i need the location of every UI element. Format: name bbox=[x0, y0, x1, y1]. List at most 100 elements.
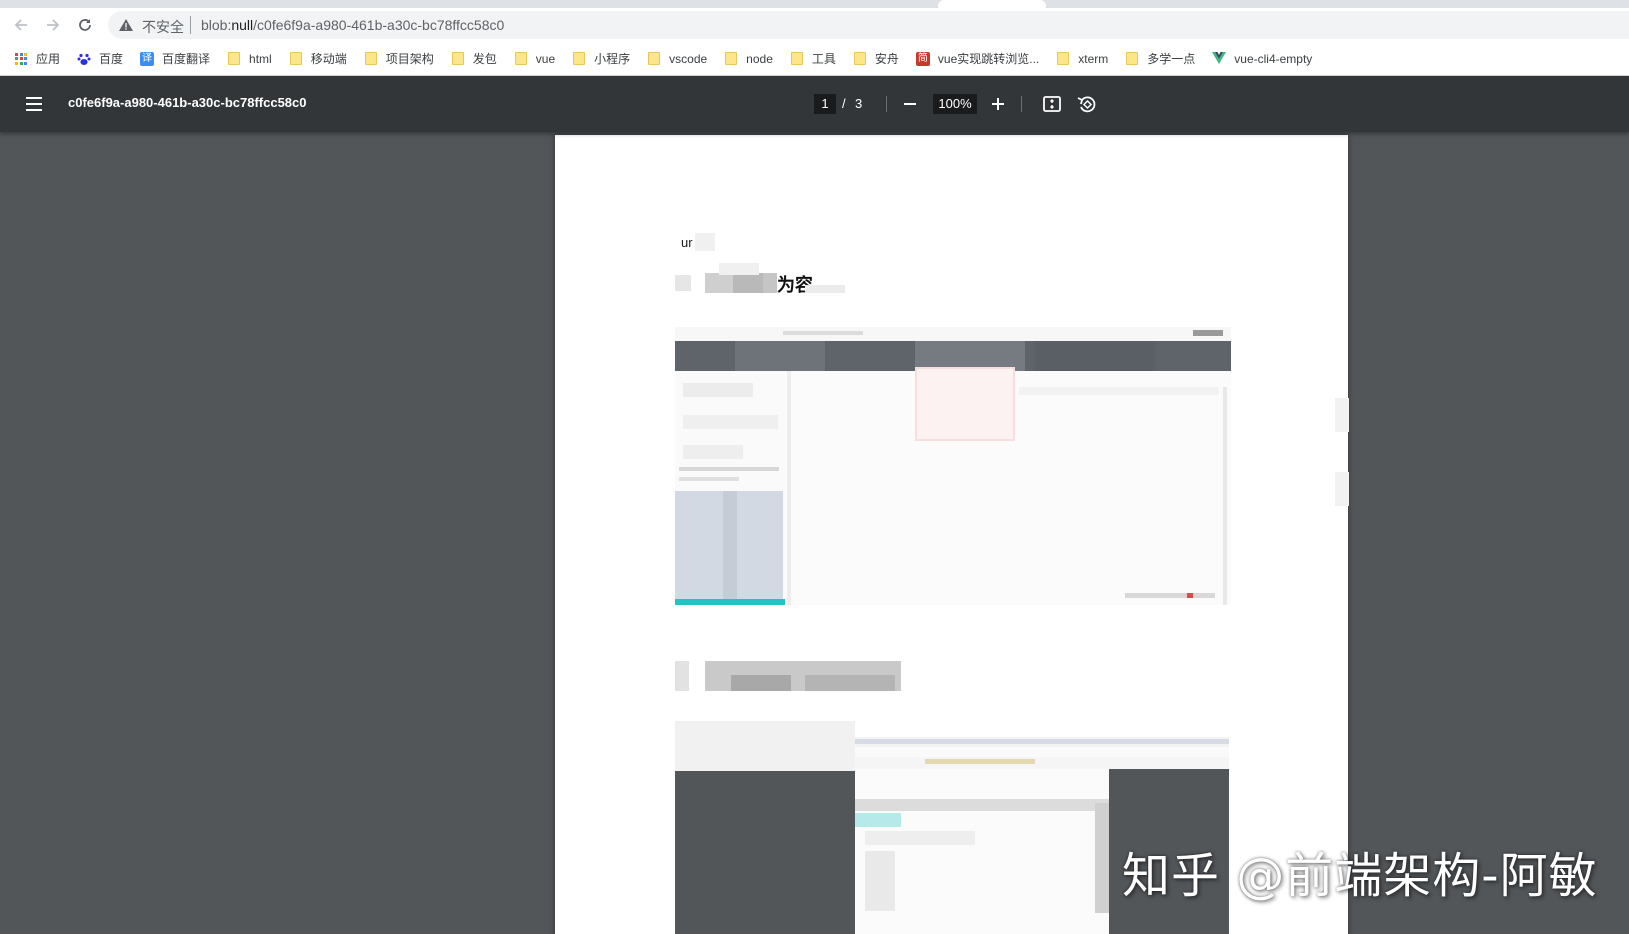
folder-icon bbox=[227, 52, 241, 66]
bookmark-folder-miniprogram[interactable]: 小程序 bbox=[572, 47, 630, 71]
back-button[interactable] bbox=[8, 12, 34, 38]
browser-toolbar: 不安全 blob:null/c0fe6f9a-a980-461b-a30c-bc… bbox=[0, 8, 1629, 42]
warning-triangle-icon bbox=[119, 19, 133, 31]
bookmark-folder-node[interactable]: node bbox=[724, 47, 773, 71]
bookmark-label: vue-cli4-empty bbox=[1234, 51, 1313, 66]
redacted-block bbox=[805, 285, 845, 293]
zhihu-watermark: 知乎 @前端架构-阿敏 bbox=[1122, 848, 1598, 904]
bookmark-folder-tools[interactable]: 工具 bbox=[790, 47, 836, 71]
page-heading-fragment: 为容 bbox=[777, 275, 813, 295]
bookmark-label: 应用 bbox=[36, 52, 61, 66]
rotate-counterclockwise-icon bbox=[1077, 96, 1096, 113]
pdf-toolbar: c0fe6f9a-a980-461b-a30c-bc78ffcc58c0 1 /… bbox=[0, 76, 1629, 132]
url-host: null bbox=[231, 17, 254, 33]
menu-button[interactable] bbox=[22, 92, 46, 116]
bookmark-folder-learn-more[interactable]: 多学一点 bbox=[1125, 47, 1195, 71]
bookmark-label: xterm bbox=[1078, 51, 1109, 66]
fit-page-icon bbox=[1043, 96, 1061, 112]
bookmark-folder-architecture[interactable]: 项目架构 bbox=[364, 47, 434, 71]
bookmark-folder-vscode[interactable]: vscode bbox=[647, 47, 707, 71]
page-side-handle bbox=[1335, 398, 1349, 432]
redacted-block bbox=[731, 675, 791, 691]
bookmark-label: 多学一点 bbox=[1147, 52, 1196, 66]
redacted-block bbox=[763, 273, 777, 293]
bookmark-folder-xterm[interactable]: xterm bbox=[1056, 47, 1108, 71]
page-text-snippet: ur bbox=[681, 235, 693, 250]
zoom-in-button[interactable] bbox=[986, 92, 1010, 116]
toolbar-divider bbox=[886, 96, 887, 112]
fanyi-icon: 译 bbox=[140, 51, 155, 66]
bookmark-folder-html[interactable]: html bbox=[227, 47, 272, 71]
baidu-paw-icon bbox=[77, 52, 91, 66]
folder-icon bbox=[1056, 52, 1070, 66]
zoom-level-input[interactable]: 100% bbox=[933, 94, 977, 114]
page-number-input[interactable]: 1 bbox=[814, 94, 836, 114]
bookmark-folder-anzhou[interactable]: 安舟 bbox=[853, 47, 899, 71]
bookmark-baidu[interactable]: 百度 bbox=[77, 47, 123, 71]
redacted-block bbox=[675, 275, 691, 291]
bookmark-vue-redirect[interactable]: 简 vue实现跳转浏览... bbox=[915, 47, 1040, 71]
bookmark-label: 百度翻译 bbox=[162, 52, 211, 66]
bookmark-label: 项目架构 bbox=[385, 52, 434, 66]
forward-button[interactable] bbox=[40, 12, 66, 38]
url-scheme: blob: bbox=[201, 17, 232, 33]
redacted-block bbox=[675, 661, 689, 691]
rotate-button[interactable] bbox=[1075, 92, 1099, 116]
bookmark-label: html bbox=[249, 51, 272, 66]
redacted-block bbox=[805, 675, 895, 691]
active-tab[interactable] bbox=[938, 0, 1046, 8]
tab-strip bbox=[0, 0, 1629, 8]
bookmark-label: 发包 bbox=[472, 52, 497, 66]
embedded-screenshot bbox=[675, 327, 1231, 605]
bookmark-folder-vue[interactable]: vue bbox=[514, 47, 555, 71]
bookmark-label: vscode bbox=[669, 51, 708, 66]
address-bar[interactable]: 不安全 blob:null/c0fe6f9a-a980-461b-a30c-bc… bbox=[108, 11, 1629, 39]
folder-icon bbox=[1125, 52, 1139, 66]
hamburger-icon bbox=[26, 97, 42, 99]
page-total: 3 bbox=[855, 96, 863, 111]
reload-icon bbox=[79, 19, 91, 31]
url-text[interactable]: blob:null/c0fe6f9a-a980-461b-a30c-bc78ff… bbox=[201, 17, 504, 33]
redacted-block bbox=[705, 273, 733, 293]
forward-arrow-icon bbox=[47, 19, 60, 31]
folder-icon bbox=[451, 52, 465, 66]
folder-icon bbox=[724, 52, 738, 66]
bookmark-folder-publish[interactable]: 发包 bbox=[451, 47, 497, 71]
bookmark-label: vue实现跳转浏览... bbox=[937, 52, 1040, 66]
bookmark-label: 工具 bbox=[811, 52, 836, 66]
bookmark-label: 百度 bbox=[99, 52, 124, 66]
bookmark-label: vue bbox=[535, 51, 556, 66]
toolbar-divider bbox=[1021, 96, 1022, 112]
pdf-page: ur 为容 bbox=[555, 135, 1348, 934]
pdf-viewer[interactable]: ur 为容 bbox=[0, 132, 1629, 934]
folder-icon bbox=[572, 52, 586, 66]
apps-grid-icon bbox=[14, 52, 28, 66]
vue-logo-icon bbox=[1212, 52, 1227, 66]
reload-button[interactable] bbox=[72, 12, 98, 38]
bookmarks-bar: 应用 百度 译 百度翻译 html 移动端 项目架构 发包 vue 小程序 vs… bbox=[0, 42, 1629, 76]
bookmark-apps[interactable]: 应用 bbox=[14, 47, 60, 71]
bookmark-label: 安舟 bbox=[874, 52, 899, 66]
insecure-label[interactable]: 不安全 bbox=[142, 17, 184, 37]
folder-icon bbox=[853, 52, 867, 66]
page-side-handle bbox=[1335, 472, 1349, 506]
zoom-out-button[interactable] bbox=[898, 92, 922, 116]
page-separator: / bbox=[842, 96, 846, 111]
omnibox-divider bbox=[190, 16, 191, 34]
redacted-block bbox=[719, 263, 759, 275]
folder-icon bbox=[364, 52, 378, 66]
redacted-block bbox=[733, 273, 763, 293]
fit-to-page-button[interactable] bbox=[1040, 92, 1064, 116]
bookmark-label: 小程序 bbox=[594, 52, 631, 66]
bookmark-vue-cli4-empty[interactable]: vue-cli4-empty bbox=[1212, 47, 1312, 71]
bookmark-baidu-fanyi[interactable]: 译 百度翻译 bbox=[140, 47, 210, 71]
folder-icon bbox=[647, 52, 661, 66]
back-arrow-icon bbox=[14, 19, 27, 31]
folder-icon bbox=[289, 52, 303, 66]
url-path: /c0fe6f9a-a980-461b-a30c-bc78ffcc58c0 bbox=[253, 17, 505, 33]
jian-icon: 简 bbox=[915, 51, 930, 66]
redacted-block bbox=[695, 233, 715, 251]
folder-icon bbox=[514, 52, 528, 66]
bookmark-folder-mobile[interactable]: 移动端 bbox=[289, 47, 347, 71]
bookmark-label: node bbox=[746, 51, 773, 66]
